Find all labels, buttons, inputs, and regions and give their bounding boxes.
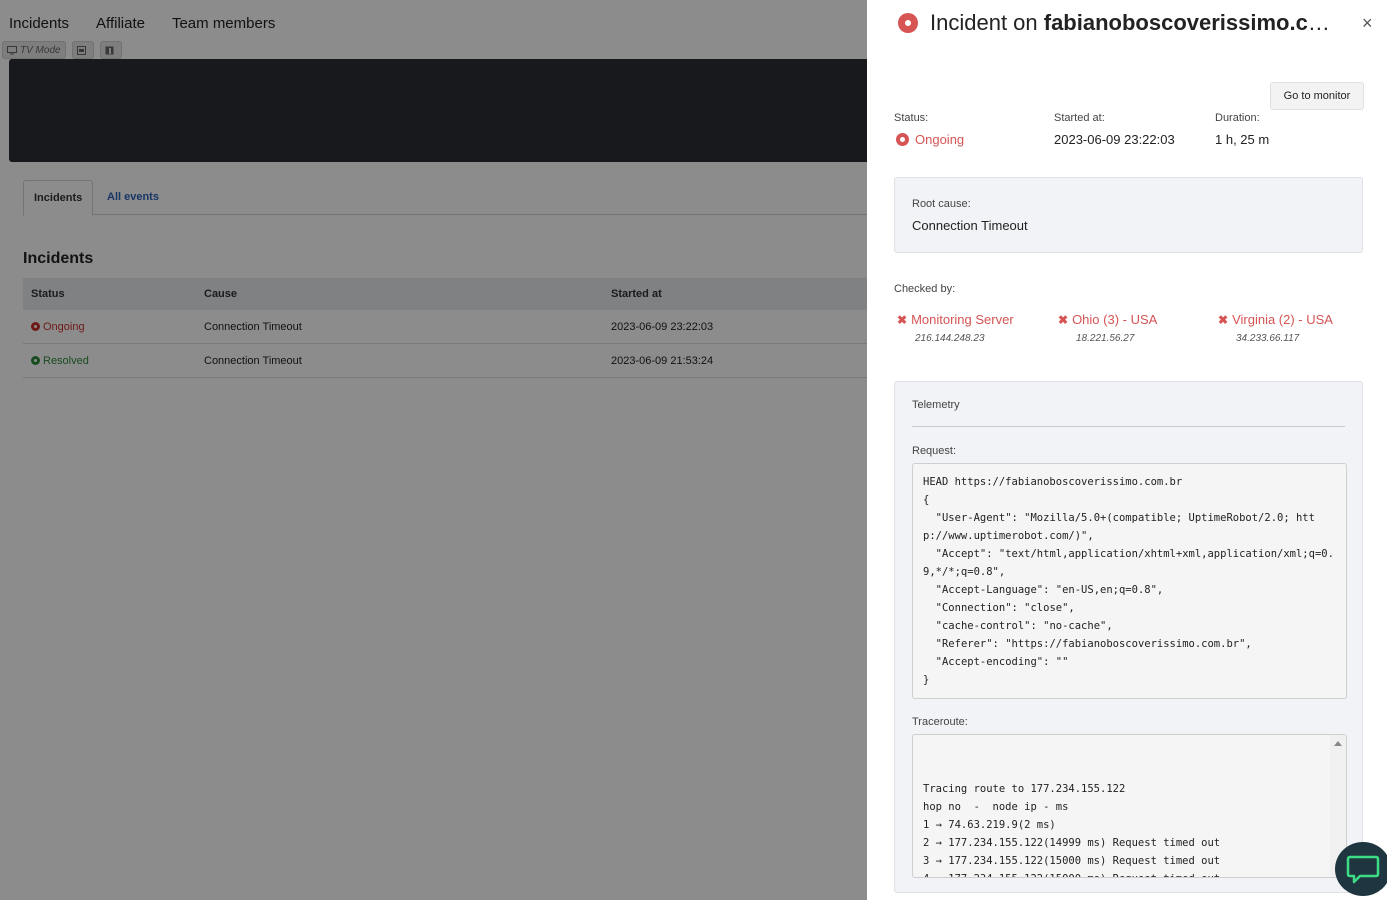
location-monitoring-server: ✖ Monitoring Server 216.144.248.23 <box>897 312 1014 344</box>
request-line: "Accept": "text/html,application/xhtml+x… <box>923 548 1334 578</box>
cross-icon: ✖ <box>897 312 908 327</box>
request-line: { <box>923 494 930 506</box>
request-line: "Connection": "close", <box>923 602 1075 614</box>
traceroute-line: hop no - node ip - ms <box>923 801 1069 813</box>
traceroute-line: 2 → 177.234.155.122(14999 ms) Request ti… <box>923 837 1221 849</box>
ongoing-icon <box>896 133 909 146</box>
request-line: "Accept-Language": "en-US,en;q=0.8", <box>923 584 1164 596</box>
traceroute-line: 3 → 177.234.155.122(15000 ms) Request ti… <box>923 855 1221 867</box>
traceroute-line: Tracing route to 177.234.155.122 <box>923 783 1126 795</box>
traceroute-line: 4 → 177.234.155.122(15000 ms) Request ti… <box>923 870 1336 877</box>
chat-icon <box>1346 855 1380 884</box>
telemetry-box: Telemetry Request: HEAD https://fabianob… <box>894 381 1363 893</box>
request-code-block[interactable]: HEAD https://fabianoboscoverissimo.com.b… <box>912 463 1347 699</box>
root-cause-box: Root cause: Connection Timeout <box>894 177 1363 253</box>
cross-icon: ✖ <box>1218 312 1229 327</box>
request-line: "cache-control": "no-cache", <box>923 620 1113 632</box>
go-to-monitor-button[interactable]: Go to monitor <box>1270 82 1364 110</box>
started-field: Started at: 2023-06-09 23:22:03 <box>1054 112 1175 147</box>
modal-backdrop[interactable] <box>0 0 867 900</box>
location-virginia: ✖ Virginia (2) - USA 34.233.66.117 <box>1218 312 1333 344</box>
request-line: "Accept-encoding": "" <box>923 656 1069 668</box>
traceroute-line: 1 → 74.63.219.9(2 ms) <box>923 819 1056 831</box>
ongoing-status-icon <box>898 13 918 33</box>
incident-detail-panel: Incident on fabianoboscoverissimo.com.br… <box>867 0 1387 900</box>
request-line: } <box>923 674 930 686</box>
close-icon[interactable]: × <box>1362 13 1373 34</box>
location-ohio: ✖ Ohio (3) - USA 18.221.56.27 <box>1058 312 1158 344</box>
scroll-up-icon[interactable] <box>1334 741 1342 746</box>
duration-field: Duration: 1 h, 25 m <box>1215 112 1270 147</box>
monitor-domain: fabianoboscoverissimo.com.br <box>1043 10 1340 35</box>
chat-widget-button[interactable] <box>1335 842 1387 896</box>
divider <box>912 426 1345 427</box>
panel-title: Incident on fabianoboscoverissimo.com.br <box>898 8 1348 38</box>
checked-by-label: Checked by: <box>894 283 956 295</box>
root-cause-value: Connection Timeout <box>912 218 1028 233</box>
cross-icon: ✖ <box>1058 312 1069 327</box>
request-line: "Referer": "https://fabianoboscoverissim… <box>923 638 1252 650</box>
status-field: Status: Ongoing <box>894 112 965 147</box>
traceroute-textarea[interactable]: Tracing route to 177.234.155.122 hop no -… <box>912 734 1347 878</box>
request-line: "User-Agent": "Mozilla/5.0+(compatible; … <box>923 512 1315 542</box>
request-line: HEAD https://fabianoboscoverissimo.com.b… <box>923 476 1183 488</box>
